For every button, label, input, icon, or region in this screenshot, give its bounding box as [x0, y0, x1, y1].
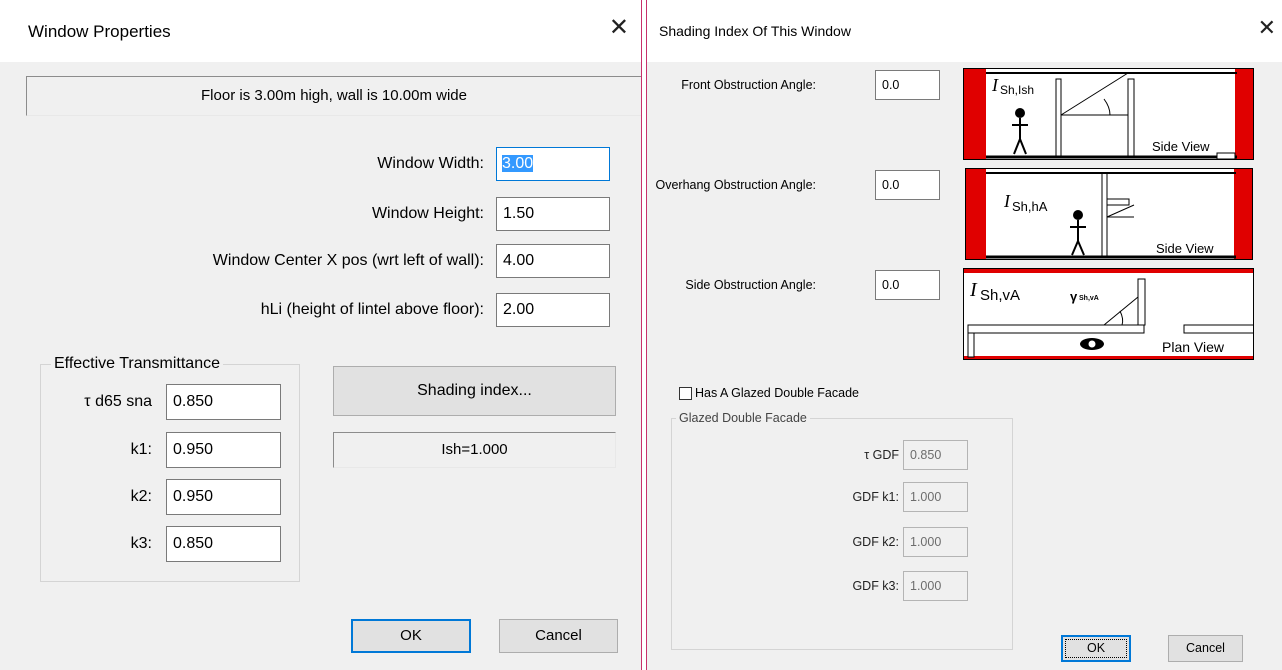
effective-transmittance-label: Effective Transmittance	[51, 355, 223, 373]
ok-button[interactable]: OK	[1061, 635, 1131, 662]
lintel-height-input[interactable]	[496, 293, 610, 327]
front-angle-label: Front Obstruction Angle:	[681, 78, 816, 92]
shading-index-button[interactable]: Shading index...	[333, 366, 616, 416]
gdf-group-label: Glazed Double Facade	[676, 411, 810, 425]
k2-input[interactable]	[166, 479, 281, 515]
shading-index-dialog: Shading Index Of This Window ✕ Front Obs…	[646, 0, 1282, 670]
close-icon[interactable]: ✕	[1258, 16, 1276, 40]
side-gamma: γ	[1070, 289, 1078, 304]
cancel-button[interactable]: Cancel	[1168, 635, 1243, 662]
window-height-label: Window Height:	[371, 205, 484, 222]
tau-input[interactable]	[166, 384, 281, 420]
front-subscript: Sh,Ish	[1000, 83, 1035, 97]
overhang-angle-label: Overhang Obstruction Angle:	[655, 178, 816, 192]
lintel-height-label: hLi (height of lintel above floor):	[260, 301, 484, 318]
k3-label: k3:	[130, 535, 152, 552]
overhang-symbol: I	[1004, 191, 1010, 211]
gdf-tau-label: τ GDF	[864, 448, 899, 462]
side-symbol: I	[970, 279, 977, 301]
gdf-k2-input[interactable]	[903, 527, 968, 557]
k1-label: k1:	[130, 441, 152, 458]
gdf-k1-input[interactable]	[903, 482, 968, 512]
dialog-title: Window Properties	[28, 22, 171, 41]
info-bar: Floor is 3.00m high, wall is 10.00m wide	[26, 76, 641, 116]
ish-value: Ish=1.000	[441, 441, 508, 458]
front-symbol: I	[992, 75, 998, 95]
side-gamma-sub: Sh,vA	[1079, 295, 1099, 302]
overhang-angle-input[interactable]	[875, 170, 940, 200]
tau-label: τ d65 sna	[84, 393, 152, 410]
side-angle-label: Side Obstruction Angle:	[685, 278, 816, 292]
title-bar: Window Properties ✕	[0, 0, 641, 62]
front-angle-input[interactable]	[875, 70, 940, 100]
title-bar: Shading Index Of This Window ✕	[647, 0, 1282, 62]
ok-button[interactable]: OK	[351, 619, 471, 653]
window-center-label: Window Center X pos (wrt left of wall):	[212, 252, 484, 269]
front-obstruction-diagram: I Sh,Ish Side View	[963, 68, 1254, 160]
gdf-k1-label: GDF k1:	[852, 490, 899, 504]
gdf-k3-input[interactable]	[903, 571, 968, 601]
front-caption: Side View	[1152, 139, 1210, 154]
side-caption: Plan View	[1162, 339, 1225, 355]
window-properties-dialog: Window Properties ✕ Floor is 3.00m high,…	[0, 0, 642, 670]
cancel-button[interactable]: Cancel	[499, 619, 618, 653]
overhang-obstruction-diagram: I Sh,hA Side View	[965, 168, 1253, 260]
gdf-checkbox[interactable]	[679, 387, 692, 400]
window-width-value: 3.00	[502, 155, 534, 172]
gdf-k2-label: GDF k2:	[852, 535, 899, 549]
window-center-input[interactable]	[496, 244, 610, 278]
side-obstruction-diagram: I Sh,vA γ Sh,vA Plan View	[963, 268, 1254, 360]
side-subscript: Sh,vA	[980, 287, 1021, 304]
overhang-subscript: Sh,hA	[1012, 199, 1048, 214]
ish-display: Ish=1.000	[333, 432, 616, 468]
gdf-checkbox-label[interactable]: Has A Glazed Double Facade	[695, 386, 859, 400]
info-text: Floor is 3.00m high, wall is 10.00m wide	[201, 87, 467, 104]
window-width-input[interactable]: 3.00	[496, 147, 610, 181]
gdf-k3-label: GDF k3:	[852, 579, 899, 593]
gdf-tau-input[interactable]	[903, 440, 968, 470]
k2-label: k2:	[130, 488, 152, 505]
window-width-label: Window Width:	[377, 155, 484, 172]
k3-input[interactable]	[166, 526, 281, 562]
window-height-input[interactable]	[496, 197, 610, 231]
dialog-title: Shading Index Of This Window	[659, 23, 851, 39]
k1-input[interactable]	[166, 432, 281, 468]
close-icon[interactable]: ✕	[609, 16, 629, 40]
side-angle-input[interactable]	[875, 270, 940, 300]
overhang-caption: Side View	[1156, 241, 1214, 256]
